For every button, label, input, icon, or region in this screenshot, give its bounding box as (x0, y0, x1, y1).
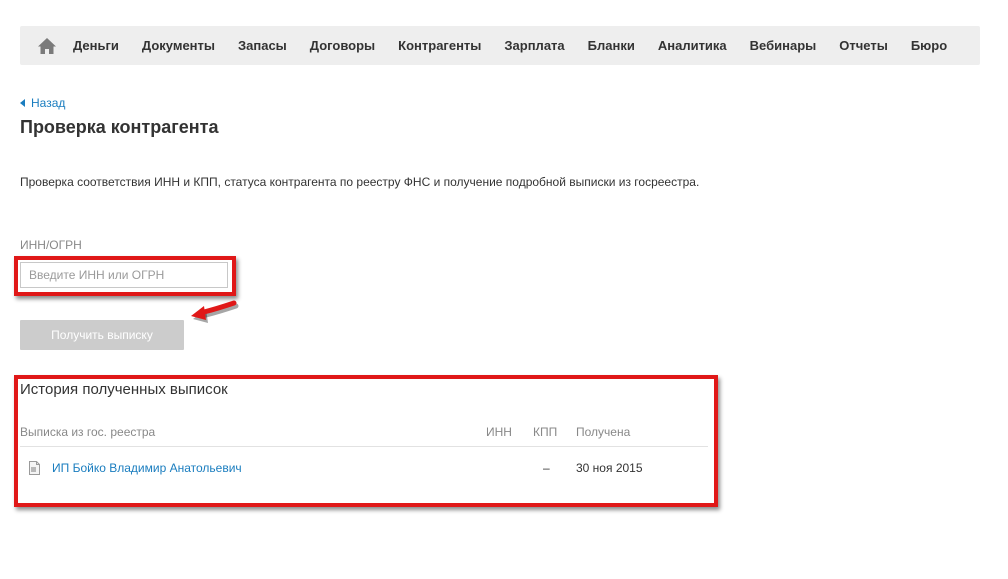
document-icon (29, 461, 40, 475)
table-row: ИП Бойко Владимир Анатольевич – 30 ноя 2… (20, 447, 708, 487)
inn-field-label: ИНН/ОГРН (20, 238, 82, 252)
nav-item-dokumenty[interactable]: Документы (130, 26, 226, 65)
nav-item-zapasy[interactable]: Запасы (227, 26, 299, 65)
page-title: Проверка контрагента (20, 117, 219, 137)
back-link[interactable]: Назад (20, 96, 65, 110)
column-header-received: Получена (576, 425, 631, 439)
table-header-row: Выписка из гос. реестра ИНН КПП Получена (20, 421, 708, 447)
column-header-kpp: КПП (533, 425, 558, 439)
nav-item-otchety[interactable]: Отчеты (828, 26, 900, 65)
nav-item-byuro[interactable]: Бюро (899, 26, 958, 65)
back-arrow-icon (20, 99, 25, 107)
extract-link[interactable]: ИП Бойко Владимир Анатольевич (52, 461, 242, 475)
nav-item-kontragenty[interactable]: Контрагенты (387, 26, 493, 65)
home-icon (38, 37, 56, 54)
page: Деньги Документы Запасы Договоры Контраг… (0, 0, 1008, 579)
inn-input[interactable] (20, 262, 228, 288)
page-description: Проверка соответствия ИНН и КПП, статуса… (20, 175, 700, 189)
row-kpp-value: – (543, 461, 550, 475)
annotation-arrow-icon (191, 300, 239, 323)
history-table: Выписка из гос. реестра ИНН КПП Получена… (20, 421, 708, 487)
nav-item-dogovory[interactable]: Договоры (298, 26, 386, 65)
nav-item-vebinary[interactable]: Вебинары (738, 26, 828, 65)
nav-item-dengi[interactable]: Деньги (68, 26, 130, 65)
column-header-inn: ИНН (486, 425, 512, 439)
nav-item-zarplata[interactable]: Зарплата (493, 26, 576, 65)
top-navigation: Деньги Документы Запасы Договоры Контраг… (20, 26, 980, 65)
nav-item-blanki[interactable]: Бланки (576, 26, 646, 65)
back-link-label: Назад (31, 96, 66, 110)
history-title: История полученных выписок (20, 381, 228, 398)
row-received-date: 30 ноя 2015 (576, 461, 643, 475)
nav-item-analitika[interactable]: Аналитика (646, 26, 738, 65)
get-extract-button[interactable]: Получить выписку (20, 320, 184, 350)
column-header-extract: Выписка из гос. реестра (20, 425, 156, 439)
home-button[interactable] (26, 26, 68, 65)
